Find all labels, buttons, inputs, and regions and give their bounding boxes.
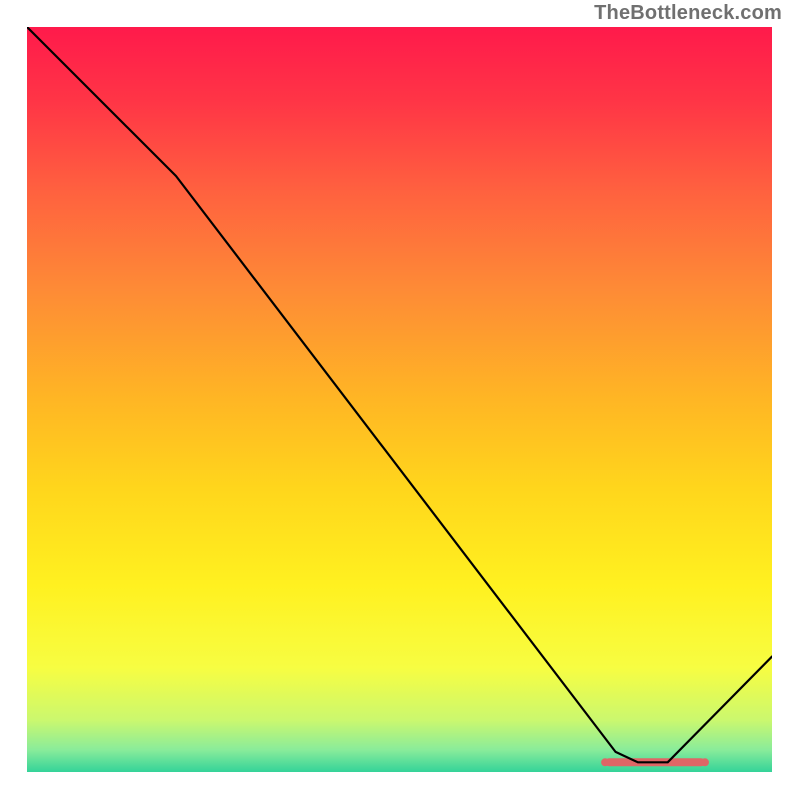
watermark-text: TheBottleneck.com [594,2,782,25]
chart-svg [27,27,772,772]
chart-container: TheBottleneck.com [0,0,800,800]
chart-plot [27,27,772,772]
